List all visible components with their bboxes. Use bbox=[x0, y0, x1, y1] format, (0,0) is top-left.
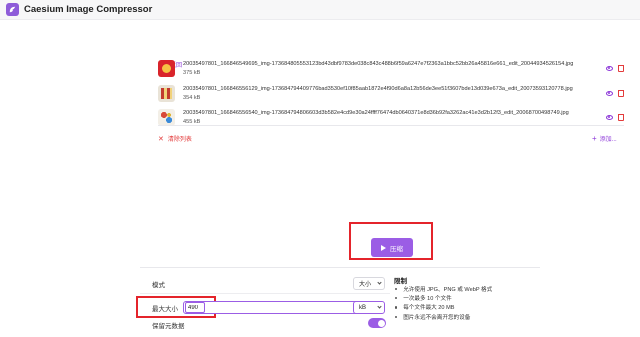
title-bar: Caesium Image Compressor bbox=[0, 0, 640, 20]
limits-item: 允许使用 JPG、PNG 或 WebP 格式 bbox=[395, 284, 492, 293]
max-size-label: 最大大小 bbox=[152, 306, 178, 313]
add-files-label: 添加... bbox=[599, 137, 617, 143]
limits-item: 一次最多 10 个文件 bbox=[395, 293, 492, 302]
main-area: ← 返回 20035497801_166846549695_img-173684… bbox=[0, 20, 640, 337]
file-size: 354 kB bbox=[183, 94, 201, 101]
chevron-down-icon bbox=[377, 280, 382, 285]
delete-trash-icon[interactable] bbox=[618, 64, 624, 72]
file-thumbnail bbox=[158, 59, 175, 77]
keep-metadata-toggle[interactable] bbox=[368, 318, 386, 328]
mode-label: 模式 bbox=[152, 282, 165, 289]
file-row: 20035497801_166846549695_img-17368480555… bbox=[158, 57, 624, 79]
settings-divider bbox=[140, 293, 390, 294]
limits-item: 图片永远不会离开您的设备 bbox=[395, 312, 492, 321]
unit-value: kB bbox=[359, 304, 367, 311]
file-size: 375 kB bbox=[183, 69, 201, 76]
compress-label: 压缩 bbox=[390, 245, 403, 253]
list-divider bbox=[158, 125, 624, 126]
file-thumbnail bbox=[158, 84, 175, 102]
mode-value: 大小 bbox=[359, 282, 372, 288]
clear-list-label: 清除列表 bbox=[167, 137, 192, 143]
limits-list: 允许使用 JPG、PNG 或 WebP 格式 一次最多 10 个文件 每个文件最… bbox=[395, 284, 492, 322]
clear-list-button[interactable]: ✕ 清除列表 bbox=[158, 134, 192, 144]
unit-select[interactable]: kB bbox=[353, 301, 385, 314]
close-icon: ✕ bbox=[158, 135, 164, 143]
add-files-button[interactable]: + 添加... bbox=[592, 134, 617, 143]
file-row: 20035497801_166846556129_img-17368479440… bbox=[158, 82, 624, 104]
delete-trash-icon[interactable] bbox=[618, 89, 624, 97]
file-size: 455 kB bbox=[183, 118, 201, 125]
delete-trash-icon[interactable] bbox=[618, 113, 624, 121]
limits-item: 每个文件最大 20 MB bbox=[395, 303, 492, 312]
preview-eye-icon[interactable] bbox=[606, 114, 613, 120]
plus-icon: + bbox=[592, 134, 597, 143]
preview-eye-icon[interactable] bbox=[606, 90, 613, 96]
compress-button[interactable]: 压缩 bbox=[371, 238, 413, 257]
file-name: 20035497801_166846549695_img-17368480555… bbox=[183, 60, 574, 67]
app-logo-icon bbox=[6, 3, 19, 16]
play-icon bbox=[381, 244, 386, 251]
keep-metadata-label: 保留元数据 bbox=[152, 323, 185, 330]
file-thumbnail bbox=[158, 108, 175, 126]
preview-eye-icon[interactable] bbox=[606, 65, 613, 71]
file-name: 20035497801_166846556540_img-17368479480… bbox=[183, 109, 569, 116]
settings-divider bbox=[140, 267, 540, 268]
mode-select[interactable]: 大小 bbox=[353, 277, 385, 290]
max-size-input[interactable] bbox=[185, 302, 205, 313]
chevron-down-icon bbox=[377, 304, 382, 309]
app-title: Caesium Image Compressor bbox=[24, 4, 153, 15]
file-name: 20035497801_166846556129_img-17368479440… bbox=[183, 85, 573, 92]
